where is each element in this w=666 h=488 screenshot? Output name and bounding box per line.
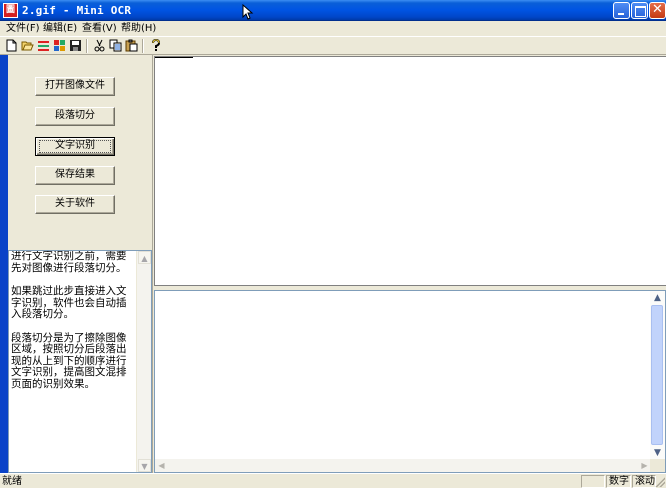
cut-segment-icon[interactable]: [37, 39, 50, 52]
paste-icon[interactable]: [125, 39, 138, 52]
new-file-icon[interactable]: [5, 39, 18, 52]
num-lock-indicator: 数字: [606, 475, 631, 488]
open-folder-icon[interactable]: [21, 39, 34, 52]
open-image-button[interactable]: 打开图像文件: [35, 77, 115, 96]
image-view[interactable]: [154, 56, 666, 286]
close-button[interactable]: ✕: [649, 2, 666, 19]
save-icon[interactable]: [69, 39, 82, 52]
scroll-up-icon[interactable]: ▲: [138, 251, 151, 264]
mouse-cursor-icon: [242, 4, 254, 20]
scroll-up-icon[interactable]: ▲: [650, 291, 665, 305]
toolbar-separator: [86, 39, 88, 53]
save-result-button[interactable]: 保存结果: [35, 166, 115, 185]
help-text: 进行文字识别之前，需要先对图像进行段落切分。 如果跳过此步直接进入文字识别，软件…: [11, 251, 135, 402]
app-icon[interactable]: 圖: [3, 3, 18, 18]
result-vertical-scrollbar[interactable]: ▲ ▼: [650, 291, 665, 460]
result-horizontal-scrollbar[interactable]: ◀ ▶: [155, 459, 651, 472]
help-scrollbar[interactable]: ▲ ▼: [136, 251, 151, 472]
menu-edit[interactable]: 编辑(E): [43, 22, 77, 35]
scroll-down-icon[interactable]: ▼: [650, 446, 665, 460]
about-button[interactable]: 关于软件: [35, 195, 115, 214]
scroll-thumb[interactable]: [651, 305, 663, 445]
menu-help[interactable]: 帮助(H): [121, 22, 156, 35]
scroll-corner: [650, 459, 665, 472]
copy-icon[interactable]: [109, 39, 122, 52]
close-icon: ✕: [652, 2, 663, 17]
maximize-button[interactable]: [631, 2, 648, 19]
segment-button[interactable]: 段落切分: [35, 107, 115, 126]
scroll-left-icon[interactable]: ◀: [155, 459, 168, 472]
help-paragraph: 段落切分是为了擦除图像区域，按照切分后段落出现的从上到下的顺序进行文字识别，提高…: [11, 331, 127, 390]
status-text: 就绪: [2, 476, 22, 487]
window-frame-left: [0, 55, 8, 473]
resize-grip-icon[interactable]: [655, 477, 665, 487]
scroll-lock-indicator: 滚动: [632, 475, 656, 488]
help-paragraph: 如果跳过此步直接进入文字识别，软件也会自动插入段落切分。: [11, 285, 127, 320]
menu-bar: 文件(F) 编辑(E) 查看(V) 帮助(H): [0, 21, 666, 36]
help-paragraph: 进行文字识别之前，需要先对图像进行段落切分。: [11, 250, 127, 274]
result-text-area[interactable]: ▲ ▼ ◀ ▶: [154, 290, 666, 473]
menu-view[interactable]: 查看(V): [82, 22, 117, 35]
toolbar-separator: [142, 39, 144, 53]
status-panel-empty: [581, 475, 605, 488]
title-bar[interactable]: 圖 2.gif - Mini OCR ✕: [0, 0, 666, 21]
toolbar: [0, 36, 666, 55]
recognize-button[interactable]: 文字识别: [35, 137, 115, 156]
help-icon[interactable]: [149, 39, 162, 52]
scroll-down-icon[interactable]: ▼: [138, 459, 151, 472]
cut-icon[interactable]: [93, 39, 106, 52]
command-panel: 打开图像文件 段落切分 文字识别 保存结果 关于软件: [8, 55, 152, 250]
help-text-box[interactable]: 进行文字识别之前，需要先对图像进行段落切分。 如果跳过此步直接进入文字识别，软件…: [8, 250, 152, 473]
recognize-icon[interactable]: [53, 39, 66, 52]
minimize-button[interactable]: [613, 2, 630, 19]
menu-file[interactable]: 文件(F): [6, 22, 40, 35]
window-title: 2.gif - Mini OCR: [22, 4, 132, 17]
status-bar: 就绪 数字 滚动: [0, 473, 666, 488]
